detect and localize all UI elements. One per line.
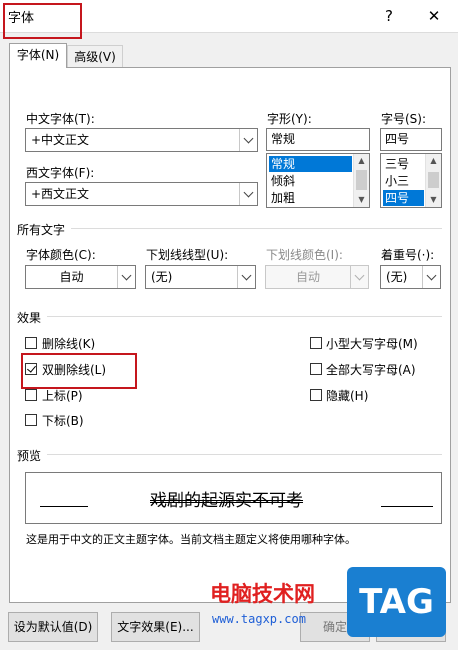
underline-color-value: 自动 [295, 270, 320, 284]
font-style-scrollbar[interactable]: ▲ ▼ [353, 154, 369, 207]
font-style-list[interactable]: 常规 倾斜 加粗 ▲ ▼ [266, 153, 370, 208]
hidden-label[interactable]: 隐藏(H) [326, 387, 368, 404]
preview-section-label: 预览 [17, 449, 42, 463]
tab-font[interactable]: 字体(N) [9, 43, 67, 68]
style-option-italic[interactable]: 倾斜 [269, 173, 295, 189]
subscript-label[interactable]: 下标(B) [42, 412, 84, 429]
watermark-site-name: 电脑技术网 [210, 582, 315, 606]
emphasis-mark-label: 着重号(·): [381, 248, 435, 262]
style-option-bold[interactable]: 加粗 [269, 190, 295, 206]
scroll-thumb[interactable] [428, 172, 439, 188]
font-size-scrollbar[interactable]: ▲ ▼ [425, 154, 441, 207]
baseline-right [381, 506, 433, 507]
font-color-combo[interactable]: 自动 [25, 265, 136, 289]
underline-color-combo[interactable]: 自动 [265, 265, 369, 289]
chevron-down-icon [239, 183, 257, 205]
all-text-section-label: 所有文字 [17, 223, 66, 237]
scroll-thumb[interactable] [356, 170, 367, 190]
size-option-small-3[interactable]: 小三 [383, 173, 409, 189]
scroll-up-icon[interactable]: ▲ [354, 154, 369, 168]
font-style-input[interactable]: 常规 [266, 128, 370, 151]
option-highlight-box [21, 353, 137, 389]
text-effects-button[interactable]: 文字效果(E)... [111, 612, 200, 642]
help-button[interactable]: ? [376, 4, 402, 28]
superscript-checkbox[interactable] [25, 389, 37, 401]
size-option-3[interactable]: 三号 [383, 156, 409, 172]
scroll-down-icon[interactable]: ▼ [426, 193, 441, 207]
emphasis-mark-value: (无) [386, 270, 408, 284]
scroll-down-icon[interactable]: ▼ [354, 193, 369, 207]
all-caps-label[interactable]: 全部大写字母(A) [326, 361, 416, 378]
tab-advanced[interactable]: 高级(V) [67, 45, 123, 68]
small-caps-label[interactable]: 小型大写字母(M) [326, 335, 418, 352]
chevron-down-icon [117, 266, 135, 288]
divider [71, 228, 442, 229]
preview-box: 戏剧的起源实不可考 [25, 472, 442, 524]
scroll-up-icon[interactable]: ▲ [426, 154, 441, 168]
strikethrough-label[interactable]: 删除线(K) [42, 335, 95, 352]
font-size-list[interactable]: 三号 小三 四号 ▲ ▼ [380, 153, 442, 208]
small-caps-checkbox[interactable] [310, 337, 322, 349]
hidden-checkbox[interactable] [310, 389, 322, 401]
chinese-font-value: +中文正文 [31, 133, 90, 147]
all-caps-checkbox[interactable] [310, 363, 322, 375]
chevron-down-icon [422, 266, 440, 288]
font-size-input[interactable]: 四号 [380, 128, 442, 151]
chevron-down-icon [350, 266, 368, 288]
watermark-url: www.tagxp.com [212, 612, 306, 626]
baseline-left [40, 506, 88, 507]
underline-color-label: 下划线颜色(I): [266, 248, 343, 262]
size-option-4[interactable]: 四号 [383, 190, 424, 206]
superscript-label[interactable]: 上标(P) [42, 387, 83, 404]
watermark-tag-badge: TAG [347, 567, 446, 637]
font-size-label: 字号(S): [381, 112, 427, 126]
preview-sample-text: 戏剧的起源实不可考 [150, 491, 303, 511]
chinese-font-combo[interactable]: +中文正文 [25, 128, 258, 152]
divider [47, 316, 442, 317]
set-default-button[interactable]: 设为默认值(D) [8, 612, 98, 642]
western-font-combo[interactable]: +西文正文 [25, 182, 258, 206]
font-style-label: 字形(Y): [267, 112, 312, 126]
preview-note: 这是用于中文的正文主题字体。当前文档主题定义将使用哪种字体。 [26, 533, 356, 546]
font-color-label: 字体颜色(C): [26, 248, 96, 262]
underline-style-value: (无) [151, 270, 173, 284]
underline-style-combo[interactable]: (无) [145, 265, 256, 289]
strikethrough-checkbox[interactable] [25, 337, 37, 349]
chevron-down-icon [239, 129, 257, 151]
subscript-checkbox[interactable] [25, 414, 37, 426]
style-option-regular[interactable]: 常规 [269, 156, 352, 172]
chinese-font-label: 中文字体(T): [26, 112, 95, 126]
close-button[interactable]: ✕ [421, 4, 447, 28]
underline-style-label: 下划线线型(U): [146, 248, 229, 262]
title-highlight-box [3, 3, 82, 39]
divider [47, 454, 442, 455]
emphasis-mark-combo[interactable]: (无) [380, 265, 441, 289]
western-font-value: +西文正文 [31, 187, 90, 201]
chevron-down-icon [237, 266, 255, 288]
font-color-value: 自动 [59, 270, 84, 284]
western-font-label: 西文字体(F): [26, 166, 95, 180]
effects-section-label: 效果 [17, 311, 42, 325]
